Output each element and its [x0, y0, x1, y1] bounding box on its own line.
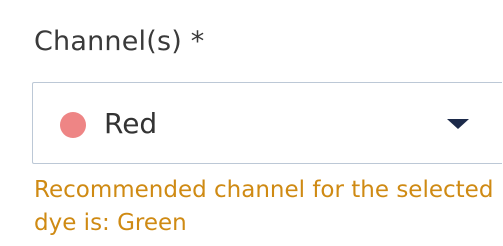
caret-down-icon[interactable]	[447, 119, 469, 129]
hint-line-1: Recommended channel for the selected	[34, 177, 494, 203]
hint-line-2: dye is: Green	[34, 210, 187, 236]
channel-label: Channel(s) *	[34, 26, 205, 57]
channel-selected-value: Red	[104, 107, 158, 140]
channel-select[interactable]: Red	[32, 82, 502, 164]
channel-color-dot-icon	[60, 112, 86, 138]
channel-field: Channel(s) * Red Recommended channel for…	[0, 0, 503, 246]
channel-recommendation-hint: Recommended channel for the selected dye…	[34, 174, 503, 240]
